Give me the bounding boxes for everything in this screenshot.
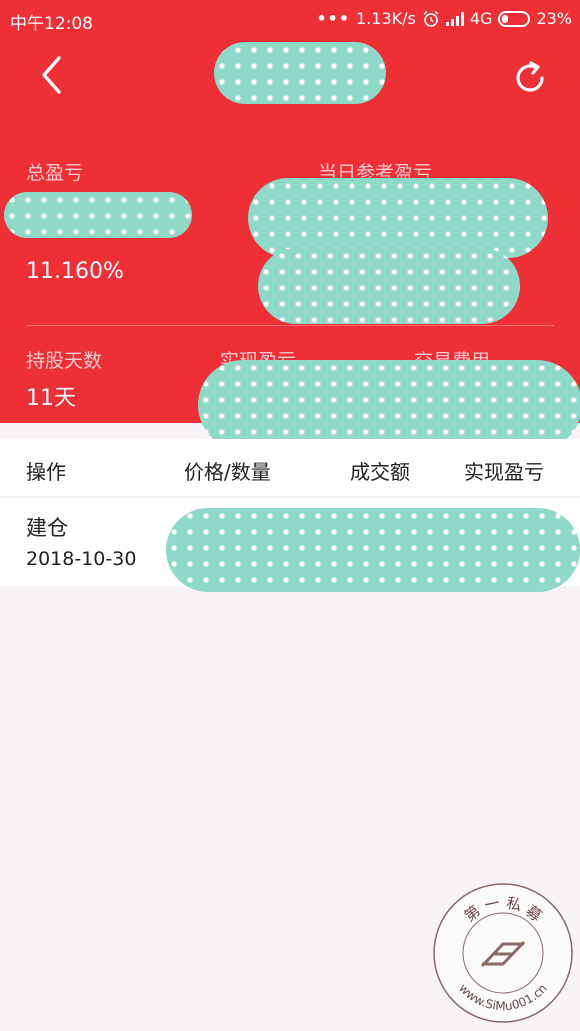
row-redaction xyxy=(166,508,580,592)
header-operation: 操作 xyxy=(26,460,66,484)
header-price-qty: 价格/数量 xyxy=(184,460,271,484)
header-realized-pnl: 实现盈亏 xyxy=(464,460,544,484)
table-header: 操作 价格/数量 成交额 实现盈亏 xyxy=(0,439,580,497)
header-amount: 成交额 xyxy=(350,460,410,484)
battery-level: 23% xyxy=(536,9,572,28)
title-redaction xyxy=(214,42,386,104)
signal-icon xyxy=(445,11,464,26)
status-bar: 中午12:08 ••• 1.13K/s 4G 23% xyxy=(0,0,580,40)
refresh-icon[interactable] xyxy=(508,56,552,100)
daily-pnl-redaction-1 xyxy=(248,178,548,258)
battery-icon xyxy=(498,10,531,27)
holding-days-label: 持股天数 xyxy=(26,350,103,372)
row-date: 2018-10-30 xyxy=(26,548,137,570)
back-arrow-icon[interactable] xyxy=(32,52,72,98)
stats-redaction xyxy=(198,360,580,450)
network-speed: 1.13K/s xyxy=(356,9,416,28)
daily-pnl-redaction-2 xyxy=(258,248,520,324)
alarm-icon xyxy=(423,10,439,27)
network-type: 4G xyxy=(469,9,493,28)
total-pnl-percent: 11.160% xyxy=(26,259,124,284)
status-right: ••• 1.13K/s 4G 23% xyxy=(316,9,572,28)
watermark-logo: 第 一 私 募 www.SiMu001.cn xyxy=(433,883,573,1023)
status-time: 中午12:08 xyxy=(10,14,93,34)
total-pnl-redaction xyxy=(4,192,192,238)
row-operation: 建仓 xyxy=(26,516,68,540)
total-pnl-label: 总盈亏 xyxy=(26,162,84,184)
holding-days-value: 11天 xyxy=(26,386,76,411)
status-dots: ••• xyxy=(316,9,351,28)
section-divider xyxy=(26,325,554,326)
